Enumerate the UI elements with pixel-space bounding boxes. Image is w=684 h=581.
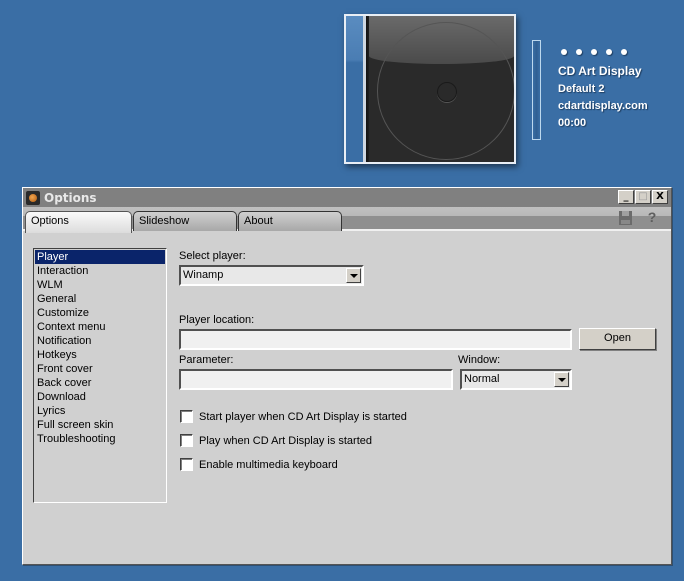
window-mode-dropdown[interactable]: Normal — [460, 369, 572, 390]
rating-dot-icon[interactable] — [561, 49, 567, 55]
category-item-wlm[interactable]: WLM — [35, 278, 165, 292]
options-window: Options _ □ X Options Slideshow About ? … — [22, 187, 672, 565]
play-on-start-checkbox[interactable] — [180, 434, 193, 447]
chevron-down-icon[interactable] — [554, 372, 569, 387]
rating-dot-icon[interactable] — [621, 49, 627, 55]
category-item-customize[interactable]: Customize — [35, 306, 165, 320]
cd-disc-icon — [377, 22, 514, 160]
category-item-notification[interactable]: Notification — [35, 334, 165, 348]
tab-options[interactable]: Options — [25, 211, 132, 233]
minimize-button[interactable]: _ — [618, 190, 634, 204]
category-item-lyrics[interactable]: Lyrics — [35, 404, 165, 418]
track-album: cdartdisplay.com — [558, 100, 648, 112]
window-label: Window: — [458, 354, 501, 366]
cd-art-display-widget: CD Art Display Default 2 cdartdisplay.co… — [344, 14, 684, 164]
parameter-input[interactable] — [179, 369, 453, 390]
tab-slideshow[interactable]: Slideshow — [133, 211, 237, 231]
save-glyph — [619, 211, 632, 225]
select-player-value: Winamp — [183, 269, 224, 281]
tab-about[interactable]: About — [238, 211, 342, 231]
category-item-download[interactable]: Download — [35, 390, 165, 404]
track-title: CD Art Display — [558, 64, 642, 78]
open-button[interactable]: Open — [579, 328, 656, 350]
toolbar: ? — [619, 209, 659, 225]
track-artist: Default 2 — [558, 83, 605, 95]
play-on-start-option[interactable]: Play when CD Art Display is started — [180, 434, 372, 447]
maximize-button[interactable]: □ — [635, 190, 651, 204]
category-item-troubleshooting[interactable]: Troubleshooting — [35, 432, 165, 446]
multimedia-keyboard-option[interactable]: Enable multimedia keyboard — [180, 458, 338, 471]
start-player-option[interactable]: Start player when CD Art Display is star… — [180, 410, 407, 423]
track-progress-bar[interactable] — [532, 40, 541, 140]
app-icon — [26, 190, 40, 205]
category-item-full-screen-skin[interactable]: Full screen skin — [35, 418, 165, 432]
close-button[interactable]: X — [652, 190, 668, 204]
track-info: CD Art Display Default 2 cdartdisplay.co… — [558, 46, 648, 129]
cd-disc-hole — [437, 82, 457, 102]
cd-case-front — [369, 16, 514, 162]
title-bar[interactable]: Options _ □ X — [23, 188, 671, 207]
play-on-start-label[interactable]: Play when CD Art Display is started — [199, 435, 372, 447]
select-player-label: Select player: — [179, 250, 246, 262]
rating-dot-icon[interactable] — [591, 49, 597, 55]
select-player-dropdown[interactable]: Winamp — [179, 265, 364, 286]
chevron-down-icon[interactable] — [346, 268, 361, 283]
rating-stars[interactable] — [561, 46, 648, 58]
tab-strip: Options Slideshow About ? — [23, 207, 671, 233]
window-mode-value: Normal — [464, 373, 500, 385]
category-list[interactable]: Player Interaction WLM General Customize… — [33, 248, 167, 503]
track-time: 00:00 — [558, 117, 587, 129]
category-item-general[interactable]: General — [35, 292, 165, 306]
player-location-label: Player location: — [179, 314, 255, 326]
multimedia-keyboard-checkbox[interactable] — [180, 458, 193, 471]
category-item-hotkeys[interactable]: Hotkeys — [35, 348, 165, 362]
category-item-front-cover[interactable]: Front cover — [35, 362, 165, 376]
parameter-label: Parameter: — [179, 354, 234, 366]
cd-case-spine — [346, 16, 371, 162]
window-title: Options — [44, 190, 97, 205]
save-icon[interactable] — [619, 209, 633, 225]
multimedia-keyboard-label[interactable]: Enable multimedia keyboard — [199, 459, 338, 471]
player-location-input[interactable] — [179, 329, 572, 350]
cd-cover-art[interactable] — [344, 14, 516, 164]
window-controls: _ □ X — [618, 190, 668, 204]
rating-dot-icon[interactable] — [606, 49, 612, 55]
category-item-player[interactable]: Player — [35, 250, 165, 264]
start-player-label[interactable]: Start player when CD Art Display is star… — [199, 411, 407, 423]
rating-dot-icon[interactable] — [576, 49, 582, 55]
help-icon[interactable]: ? — [645, 209, 659, 225]
category-item-context-menu[interactable]: Context menu — [35, 320, 165, 334]
start-player-checkbox[interactable] — [180, 410, 193, 423]
category-item-back-cover[interactable]: Back cover — [35, 376, 165, 390]
category-item-interaction[interactable]: Interaction — [35, 264, 165, 278]
